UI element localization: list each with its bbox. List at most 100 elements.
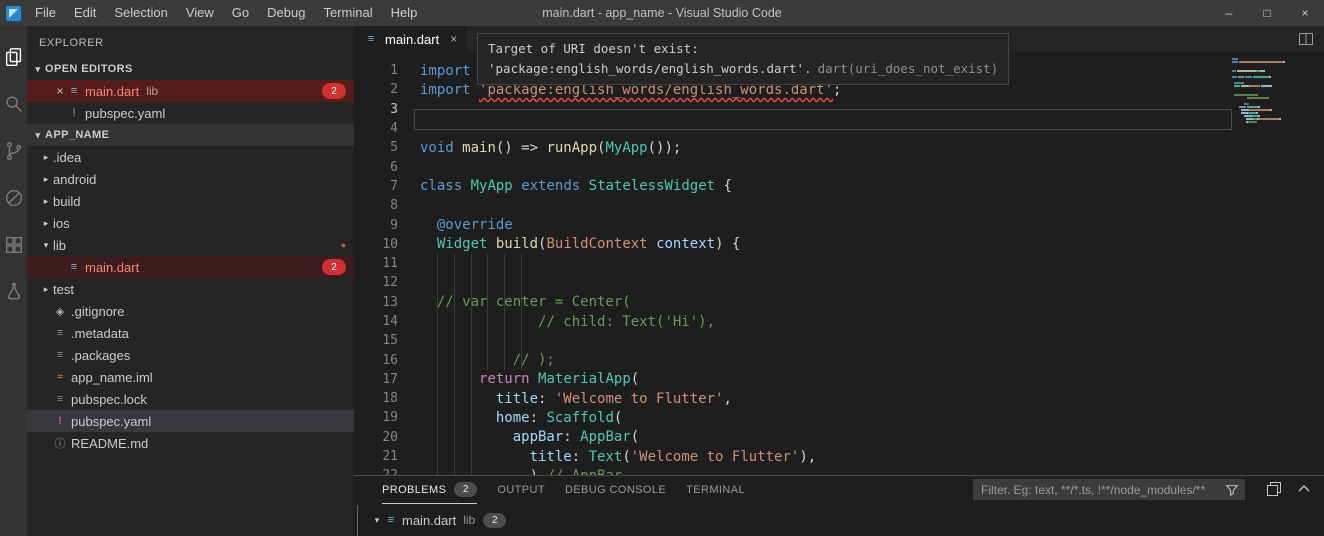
panel-tab-debug-console[interactable]: DEBUG CONSOLE [565, 476, 666, 503]
panel-tab-output[interactable]: OUTPUT [497, 476, 545, 503]
menu-help[interactable]: Help [382, 0, 427, 26]
open-in-editor-icon[interactable] [1266, 481, 1282, 502]
code-line-11[interactable]: 11 [354, 254, 1324, 273]
restore-window-icon[interactable]: □ [1248, 0, 1286, 26]
code-line-content[interactable]: // ); [398, 352, 1324, 368]
tree-item-test[interactable]: ▸ test [27, 278, 354, 300]
code-line-content[interactable]: appBar: AppBar( [398, 429, 1324, 445]
code-line-12[interactable]: 12 [354, 273, 1324, 292]
tree-item-android[interactable]: ▸ android [27, 168, 354, 190]
code-line-content[interactable]: // var center = Center( [398, 294, 1324, 310]
activity-explorer[interactable] [3, 46, 25, 68]
activity-debug[interactable] [3, 187, 25, 209]
activity-test-beaker[interactable] [3, 281, 25, 303]
code-line-18[interactable]: 18 title: 'Welcome to Flutter', [354, 389, 1324, 408]
menu-go[interactable]: Go [223, 0, 258, 26]
line-number[interactable]: 7 [354, 179, 398, 194]
menu-edit[interactable]: Edit [65, 0, 105, 26]
code-line-21[interactable]: 21 title: Text('Welcome to Flutter'), [354, 447, 1324, 466]
line-number[interactable]: 5 [354, 140, 398, 155]
code-line-6[interactable]: 6 [354, 157, 1324, 176]
menu-file[interactable]: File [26, 0, 65, 26]
code-line-content[interactable]: // child: Text('Hi'), [398, 314, 1324, 330]
code-line-3[interactable]: 3 [354, 100, 1324, 119]
minimize-window-icon[interactable]: – [1210, 0, 1248, 26]
line-number[interactable]: 18 [354, 391, 398, 406]
code-line-content[interactable]: title: 'Welcome to Flutter', [398, 391, 1324, 407]
line-number[interactable]: 14 [354, 314, 398, 329]
line-number[interactable]: 1 [354, 63, 398, 78]
activity-extensions[interactable] [3, 234, 25, 256]
code-line-19[interactable]: 19 home: Scaffold( [354, 408, 1324, 427]
section-open-editors[interactable]: ▾ OPEN EDITORS [27, 58, 354, 80]
code-line-9[interactable]: 9 @override [354, 215, 1324, 234]
line-number[interactable]: 21 [354, 449, 398, 464]
tree-item-.idea[interactable]: ▸ .idea [27, 146, 354, 168]
code-line-14[interactable]: 14 // child: Text('Hi'), [354, 312, 1324, 331]
activity-source-control[interactable] [3, 140, 25, 162]
open-editor-item-pubspec.yaml[interactable]: ! pubspec.yaml [27, 102, 354, 124]
tree-item-app_name.iml[interactable]: ≈ app_name.iml [27, 366, 354, 388]
close-window-icon[interactable]: × [1286, 0, 1324, 26]
line-number[interactable]: 9 [354, 218, 398, 233]
line-number[interactable]: 6 [354, 160, 398, 175]
tree-item-.gitignore[interactable]: ◈ .gitignore [27, 300, 354, 322]
code-editor[interactable]: 1 import 2 import 'package:english_words/en… [354, 52, 1324, 475]
code-line-17[interactable]: 17 return MaterialApp( [354, 370, 1324, 389]
problems-file-group[interactable]: ▾ ≡ main.dart lib 2 [354, 509, 1324, 531]
tree-item-pubspec.yaml[interactable]: ! pubspec.yaml [27, 410, 354, 432]
minimap[interactable] [1232, 58, 1292, 318]
problems-filter-input[interactable] [973, 482, 1219, 497]
filter-icon[interactable] [1219, 483, 1245, 497]
line-number[interactable]: 8 [354, 198, 398, 213]
code-line-20[interactable]: 20 appBar: AppBar( [354, 428, 1324, 447]
code-line-content[interactable]: ) // AppBar [398, 468, 1324, 475]
code-lines[interactable]: 1 import 2 import 'package:english_words/en… [354, 61, 1324, 475]
code-line-15[interactable]: 15 [354, 331, 1324, 350]
open-editor-item-main.dart[interactable]: × ≡ main.dart lib 2 [27, 80, 354, 102]
tree-item-.metadata[interactable]: ≡ .metadata [27, 322, 354, 344]
close-editor-icon[interactable]: × [53, 84, 67, 98]
line-number[interactable]: 2 [354, 82, 398, 97]
code-line-content[interactable]: class MyApp extends StatelessWidget { [398, 178, 1324, 194]
line-number[interactable]: 4 [354, 121, 398, 136]
panel-tab-problems[interactable]: PROBLEMS 2 [382, 476, 478, 504]
split-editor-icon[interactable] [1298, 31, 1314, 52]
close-tab-icon[interactable]: × [450, 32, 457, 46]
tree-item-main.dart[interactable]: ≡ main.dart 2 [27, 256, 354, 278]
tree-item-build[interactable]: ▸ build [27, 190, 354, 212]
line-number[interactable]: 10 [354, 237, 398, 252]
tree-item-.packages[interactable]: ≡ .packages [27, 344, 354, 366]
code-line-content[interactable]: void main() => runApp(MyApp()); [398, 140, 1324, 156]
tree-item-ios[interactable]: ▸ ios [27, 212, 354, 234]
line-number[interactable]: 15 [354, 333, 398, 348]
line-number[interactable]: 19 [354, 410, 398, 425]
menu-view[interactable]: View [177, 0, 223, 26]
code-line-4[interactable]: 4 [354, 119, 1324, 138]
code-line-5[interactable]: 5 void main() => runApp(MyApp()); [354, 138, 1324, 157]
code-line-content[interactable]: title: Text('Welcome to Flutter'), [398, 449, 1324, 465]
panel-tab-terminal[interactable]: TERMINAL [686, 476, 745, 503]
menu-selection[interactable]: Selection [105, 0, 176, 26]
line-number[interactable]: 13 [354, 295, 398, 310]
menu-terminal[interactable]: Terminal [314, 0, 381, 26]
code-line-content[interactable]: @override [398, 217, 1324, 233]
line-number[interactable]: 3 [354, 102, 398, 117]
code-line-content[interactable]: Widget build(BuildContext context) { [398, 236, 1324, 252]
code-line-content[interactable]: home: Scaffold( [398, 410, 1324, 426]
maximize-panel-icon[interactable] [1296, 481, 1312, 502]
section-app-name[interactable]: ▾ APP_NAME [27, 124, 354, 146]
tree-item-lib[interactable]: ▾ lib ● [27, 234, 354, 256]
line-number[interactable]: 11 [354, 256, 398, 271]
code-line-16[interactable]: 16 // ); [354, 350, 1324, 369]
code-line-10[interactable]: 10 Widget build(BuildContext context) { [354, 235, 1324, 254]
code-line-8[interactable]: 8 [354, 196, 1324, 215]
tab-main-dart[interactable]: ≡ main.dart × [354, 26, 468, 52]
line-number[interactable]: 22 [354, 468, 398, 475]
menu-debug[interactable]: Debug [258, 0, 314, 26]
code-line-content[interactable]: return MaterialApp( [398, 371, 1324, 387]
activity-search[interactable] [3, 93, 25, 115]
code-line-13[interactable]: 13 // var center = Center( [354, 293, 1324, 312]
line-number[interactable]: 16 [354, 353, 398, 368]
code-line-7[interactable]: 7 class MyApp extends StatelessWidget { [354, 177, 1324, 196]
